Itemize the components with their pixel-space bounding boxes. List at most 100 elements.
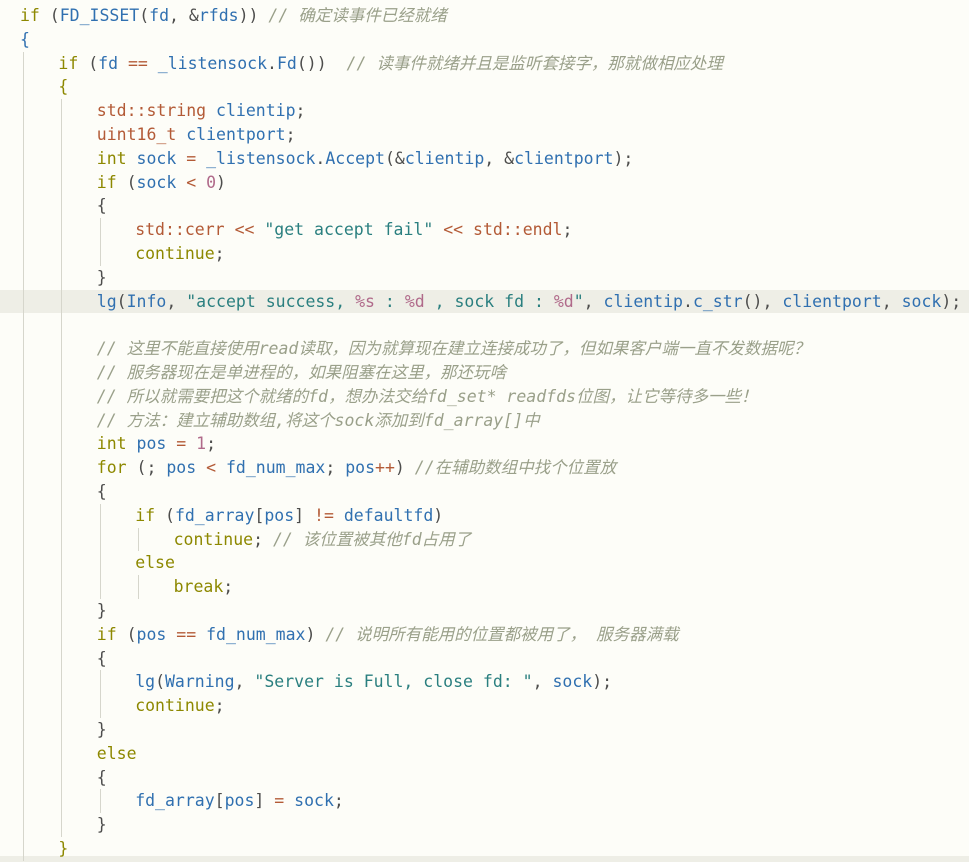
- code-token: (: [139, 6, 150, 25]
- code-editor[interactable]: if (FD_ISSET(fd, &rfds)) // 确定读事件已经就绪{if…: [0, 0, 969, 862]
- code-text: {: [97, 194, 107, 218]
- code-text: for (; pos < fd_num_max; pos++) //在辅助数组中…: [97, 456, 616, 480]
- indent-guide: [23, 408, 24, 433]
- code-token: ,: [881, 291, 902, 311]
- code-line[interactable]: }: [0, 599, 969, 623]
- code-line[interactable]: int sock = _listensock.Accept(&clientip,…: [0, 146, 969, 171]
- indent-guide: [61, 551, 63, 576]
- indent-guide: [61, 789, 63, 814]
- code-line[interactable]: lg(Info, "accept success, %s : %d , sock…: [0, 289, 969, 314]
- code-line[interactable]: std::cerr << "get accept fail" << std::e…: [0, 218, 969, 242]
- code-token: endl: [522, 220, 563, 240]
- code-line[interactable]: // 所以就需要把这个就绪的fd，想办法交给fd_set* readfds位图，…: [0, 384, 969, 409]
- indent-guide: [23, 575, 24, 599]
- code-token: continue: [135, 696, 215, 716]
- code-line[interactable]: fd_array[pos] = sock;: [0, 789, 969, 814]
- indent-guide: [23, 765, 24, 790]
- code-token: (: [78, 53, 99, 73]
- code-line[interactable]: {: [0, 765, 969, 790]
- code-token: ::: [502, 220, 523, 240]
- code-line[interactable]: if (fd_array[pos] != defaultfd): [0, 503, 969, 528]
- code-token: }: [96, 601, 107, 620]
- code-line[interactable]: }: [0, 265, 969, 290]
- code-line[interactable]: else: [0, 551, 969, 576]
- code-token: FD_ISSET: [59, 6, 140, 25]
- code-line[interactable]: {: [0, 194, 969, 219]
- code-line[interactable]: if (sock < 0): [0, 170, 969, 195]
- indent-guide: [61, 242, 63, 266]
- code-line[interactable]: }: [0, 718, 969, 742]
- code-line[interactable]: if (pos == fd_num_max) // 说明所有能用的位置都被用了，…: [0, 622, 969, 647]
- code-token: lg: [96, 291, 117, 311]
- code-line[interactable]: continue;: [0, 242, 969, 266]
- indent-guide: [23, 718, 24, 742]
- code-line[interactable]: // 这里不能直接使用read读取，因为就算现在建立连接成功了，但如果客户端一直…: [0, 337, 969, 361]
- code-token: (: [116, 624, 137, 644]
- indent-guide: [61, 313, 63, 338]
- code-token: ++: [375, 458, 395, 478]
- code-line[interactable]: }: [0, 837, 969, 861]
- code-line[interactable]: }: [0, 813, 969, 837]
- code-line[interactable]: {: [0, 28, 969, 52]
- code-token: ;: [223, 577, 234, 597]
- indent-guide: [61, 503, 63, 528]
- code-text: lg(Warning, "Server is Full, close fd: "…: [135, 670, 612, 694]
- code-line[interactable]: // 服务器现在是单进程的，如果阻塞在这里，那还玩啥: [0, 361, 969, 385]
- code-token: rfds: [198, 6, 239, 25]
- code-token: std: [96, 101, 127, 121]
- code-line[interactable]: {: [0, 480, 969, 504]
- code-token: fd_num_max: [225, 458, 326, 478]
- code-token: if: [96, 624, 117, 644]
- code-text: {: [20, 28, 30, 52]
- code-text: else: [97, 742, 137, 766]
- code-token: ": [573, 291, 584, 311]
- code-line[interactable]: break;: [0, 575, 969, 599]
- code-token: ;: [285, 125, 296, 144]
- code-line[interactable]: if (FD_ISSET(fd, &rfds)) // 确定读事件已经就绪: [0, 4, 969, 28]
- code-line[interactable]: if (fd == _listensock.Fd()) // 读事件就绪并且是监…: [0, 51, 969, 76]
- code-line[interactable]: else: [0, 741, 969, 766]
- code-token: (: [116, 172, 137, 192]
- indent-guide: [23, 337, 24, 361]
- code-token: // 方法：建立辅助数组,将这个sock添加到fd_array[]中: [96, 410, 540, 430]
- code-line[interactable]: int pos = 1;: [0, 432, 969, 457]
- indent-guide: [61, 123, 63, 147]
- code-line[interactable]: for (; pos < fd_num_max; pos++) //在辅助数组中…: [0, 456, 969, 480]
- code-token: "get accept fail": [264, 220, 434, 240]
- code-token: break: [173, 577, 224, 597]
- code-line[interactable]: [0, 313, 969, 338]
- code-token: _listensock: [157, 53, 268, 73]
- indent-guide: [99, 575, 101, 599]
- code-token: "Server is Full, close fd: ": [254, 672, 533, 692]
- code-line[interactable]: // 方法：建立辅助数组,将这个sock添加到fd_array[]中: [0, 408, 969, 433]
- code-token: // 这里不能直接使用read读取，因为就算现在建立连接成功了，但如果客户端一直…: [96, 339, 810, 359]
- code-token: ==: [176, 624, 197, 644]
- code-token: ): [216, 172, 226, 192]
- code-text: {: [58, 75, 68, 99]
- code-token: .: [267, 53, 277, 73]
- code-line[interactable]: {: [0, 646, 969, 671]
- code-token: cerr: [184, 220, 225, 240]
- indent-guide: [99, 670, 101, 695]
- indent-guide: [61, 527, 63, 552]
- code-line[interactable]: {: [0, 75, 969, 100]
- code-line[interactable]: uint16_t clientport;: [0, 123, 969, 147]
- code-token: =: [176, 434, 187, 454]
- code-line[interactable]: continue; // 该位置被其他fd占用了: [0, 527, 969, 552]
- code-line[interactable]: std::string clientip;: [0, 99, 969, 123]
- code-text: std::cerr << "get accept fail" << std::e…: [135, 218, 572, 242]
- code-line[interactable]: lg(Warning, "Server is Full, close fd: "…: [0, 670, 969, 695]
- code-line[interactable]: continue;: [0, 694, 969, 718]
- indent-guide: [23, 789, 24, 814]
- code-token: ,: [166, 291, 187, 311]
- code-text: }: [58, 837, 68, 861]
- code-token: ::: [126, 101, 147, 121]
- code-token: .: [683, 291, 693, 311]
- indent-guide: [61, 99, 63, 123]
